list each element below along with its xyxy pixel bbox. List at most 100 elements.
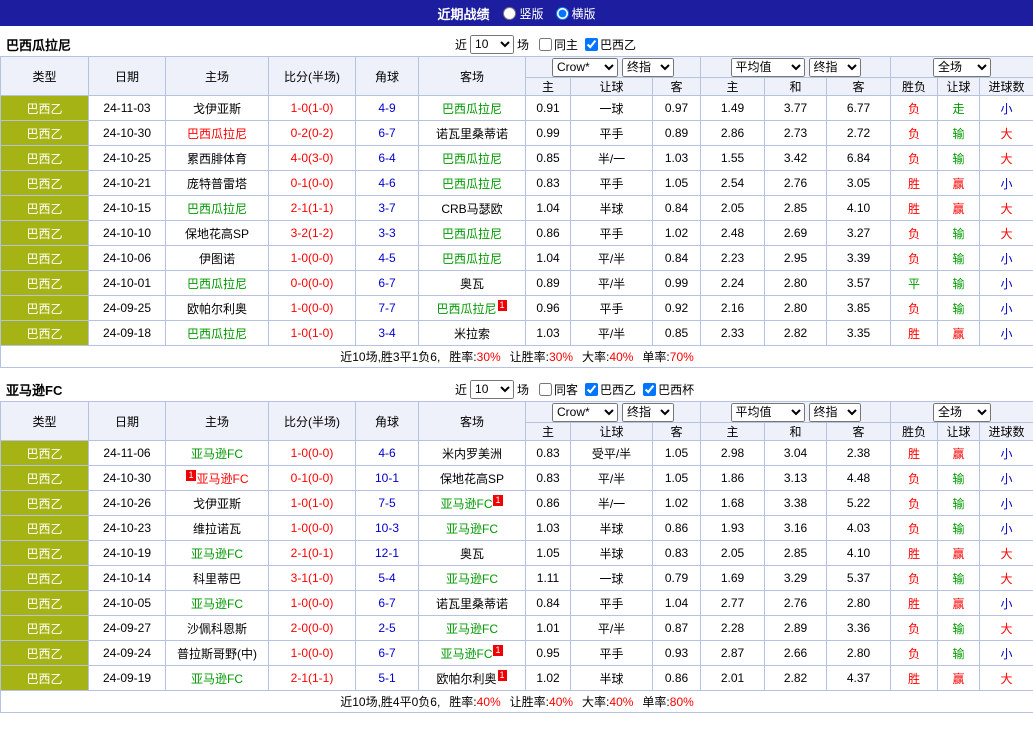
match-row: 巴西乙24-10-21庞特普雷塔0-1(0-0)4-6巴西瓜拉尼0.83平手1.… [1,171,1033,196]
filter-checkbox[interactable]: 同客 [539,381,578,398]
avg-draw-cell: 3.77 [765,96,827,121]
page-title: 近期战绩 [437,4,489,23]
vertical-layout-radio[interactable] [503,7,516,20]
handicap-result-cell: 输 [938,466,980,491]
league-cell: 巴西乙 [1,441,89,466]
odds-final-select[interactable]: 终指 [622,403,674,422]
handicap-cell: 半球 [571,666,653,691]
match-row: 巴西乙24-10-06伊图诺1-0(0-0)4-5巴西瓜拉尼1.04平/半0.8… [1,246,1033,271]
odds-company-select[interactable]: Crow* [552,403,618,422]
average-final-select[interactable]: 终指 [809,58,861,77]
handicap-result-cell: 输 [938,271,980,296]
odds-away-cell: 0.86 [653,666,701,691]
handicap-result-cell: 赢 [938,591,980,616]
checkbox-input[interactable] [539,38,552,51]
handicap-cell: 半/一 [571,491,653,516]
odds-away-cell: 0.79 [653,566,701,591]
score-cell: 2-1(1-1) [269,666,356,691]
average-group-header: 平均值 终指 [701,402,891,423]
filter-checkbox[interactable]: 同主 [539,36,578,53]
date-cell: 24-10-05 [89,591,166,616]
handicap-result-cell: 输 [938,516,980,541]
date-cell: 24-10-26 [89,491,166,516]
full-match-select[interactable]: 全场 [933,58,991,77]
team-name: 亚马逊FC [191,447,243,461]
odds-home-cell: 0.95 [526,641,571,666]
match-row: 巴西乙24-10-05亚马逊FC1-0(0-0)6-7诺瓦里桑蒂诺0.84平手1… [1,591,1033,616]
result-cell: 负 [891,466,938,491]
score-cell: 3-2(1-2) [269,221,356,246]
checkbox-input[interactable] [643,383,656,396]
team-name: 诺瓦里桑蒂诺 [436,597,508,611]
team-name: 亚马逊FC [446,622,498,636]
corner-cell: 6-7 [356,591,419,616]
horizontal-layout-radio[interactable] [556,7,569,20]
full-match-group-header: 全场 [891,402,1033,423]
checkbox-input[interactable] [585,38,598,51]
team-name: 奥瓦 [460,277,484,291]
home-team-cell: 巴西瓜拉尼 [166,271,269,296]
avg-away-cell: 3.05 [827,171,891,196]
handicap-result-cell: 走 [938,96,980,121]
summary-row: 近10场,胜3平1负6,胜率:30%让胜率:30%大率:40%单率:70% [1,346,1033,368]
team-section-guarani: 巴西瓜拉尼 近 10 场 同主巴西乙 类型 日期 主场 比分(半场) 角球 客场 [0,32,1033,368]
stat-label: 大率: [582,350,609,364]
score-cell: 0-2(0-2) [269,121,356,146]
avg-away-cell: 3.39 [827,246,891,271]
filter-checkbox[interactable]: 巴西乙 [585,381,636,398]
summary-stat: 胜率:40% [449,695,500,709]
match-count-select[interactable]: 10 [470,380,514,399]
col-away: 客场 [419,57,526,96]
filter-checkbox[interactable]: 巴西乙 [585,36,636,53]
section-header: 亚马逊FC 近 10 场 同客巴西乙巴西杯 [0,377,1033,401]
col-home: 主场 [166,57,269,96]
match-row: 巴西乙24-10-23维拉诺瓦1-0(0-0)10-3亚马逊FC1.03半球0.… [1,516,1033,541]
team-name: 亚马逊FC [440,497,492,511]
league-cell: 巴西乙 [1,196,89,221]
goals-result-cell: 小 [980,171,1033,196]
col-corner: 角球 [356,402,419,441]
league-cell: 巴西乙 [1,491,89,516]
avg-home-cell: 2.86 [701,121,765,146]
odds-final-select[interactable]: 终指 [622,58,674,77]
full-match-select[interactable]: 全场 [933,403,991,422]
average-final-select[interactable]: 终指 [809,403,861,422]
checkbox-input[interactable] [585,383,598,396]
team-name: 科里蒂巴 [193,572,241,586]
goals-result-cell: 小 [980,641,1033,666]
avg-draw-cell: 2.80 [765,271,827,296]
handicap-result-cell: 输 [938,641,980,666]
handicap-cell: 平手 [571,221,653,246]
handicap-result-cell: 输 [938,296,980,321]
date-cell: 24-10-01 [89,271,166,296]
odds-home-cell: 0.96 [526,296,571,321]
stat-label: 大率: [582,695,609,709]
date-cell: 24-09-19 [89,666,166,691]
avg-draw-cell: 2.80 [765,296,827,321]
col-date: 日期 [89,402,166,441]
avg-draw-cell: 2.89 [765,616,827,641]
odds-away-cell: 0.99 [653,271,701,296]
away-team-cell: 巴西瓜拉尼 [419,246,526,271]
handicap-cell: 平手 [571,591,653,616]
corner-cell: 6-7 [356,121,419,146]
average-select[interactable]: 平均值 [731,58,805,77]
odds-away-cell: 0.83 [653,541,701,566]
avg-away-cell: 5.22 [827,491,891,516]
average-select[interactable]: 平均值 [731,403,805,422]
layout-option-vertical[interactable]: 竖版 [503,5,543,22]
avg-home-cell: 2.16 [701,296,765,321]
team-name: 沙佩科恩斯 [187,622,247,636]
checkbox-input[interactable] [539,383,552,396]
avg-home-cell: 1.93 [701,516,765,541]
layout-option-horizontal[interactable]: 横版 [556,5,596,22]
filter-checkbox[interactable]: 巴西杯 [643,381,694,398]
handicap-cell: 平手 [571,171,653,196]
match-count-select[interactable]: 10 [470,35,514,54]
date-cell: 24-10-15 [89,196,166,221]
match-row: 巴西乙24-10-14科里蒂巴3-1(1-0)5-4亚马逊FC1.11一球0.7… [1,566,1033,591]
odds-home-cell: 1.05 [526,541,571,566]
odds-company-select[interactable]: Crow* [552,58,618,77]
away-team-cell: 奥瓦 [419,541,526,566]
home-team-cell: 欧帕尔利奥 [166,296,269,321]
